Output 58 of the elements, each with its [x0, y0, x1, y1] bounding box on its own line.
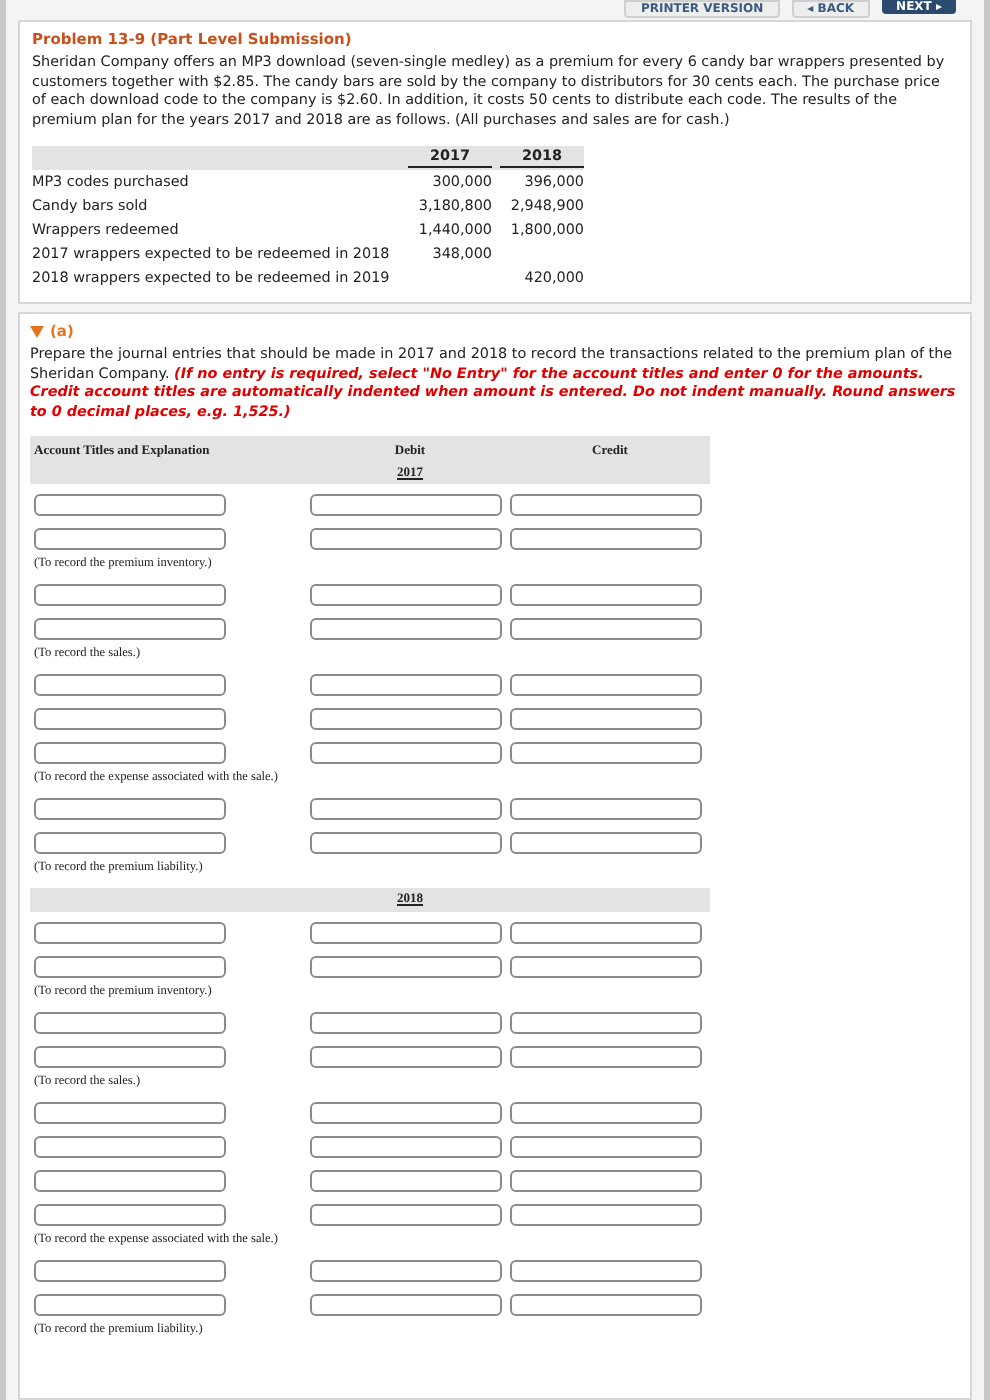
account-field[interactable]	[34, 832, 226, 854]
credit-field[interactable]	[510, 1204, 702, 1226]
debit-field[interactable]	[310, 1102, 502, 1124]
credit-field[interactable]	[510, 832, 702, 854]
credit-field[interactable]	[510, 618, 702, 640]
account-field[interactable]	[34, 1294, 226, 1316]
account-field[interactable]	[34, 1012, 226, 1034]
account-field[interactable]	[34, 1136, 226, 1158]
credit-field[interactable]	[510, 1012, 702, 1034]
credit-field[interactable]	[510, 708, 702, 730]
account-field[interactable]	[34, 1204, 226, 1226]
credit-field[interactable]	[510, 1294, 702, 1316]
debit-field[interactable]	[310, 1170, 502, 1192]
account-field[interactable]	[34, 494, 226, 516]
account-field[interactable]	[34, 922, 226, 944]
credit-field[interactable]	[510, 1260, 702, 1282]
debit-field[interactable]	[310, 528, 502, 550]
account-field[interactable]	[34, 956, 226, 978]
debit-field[interactable]	[310, 956, 502, 978]
debit-field[interactable]	[310, 832, 502, 854]
debit-field[interactable]	[310, 1012, 502, 1034]
credit-field[interactable]	[510, 494, 702, 516]
credit-field[interactable]	[510, 922, 702, 944]
debit-field[interactable]	[310, 618, 502, 640]
credit-field[interactable]	[510, 528, 702, 550]
debit-field[interactable]	[310, 742, 502, 764]
account-field[interactable]	[34, 742, 226, 764]
debit-field[interactable]	[310, 1260, 502, 1282]
credit-field[interactable]	[510, 674, 702, 696]
credit-field[interactable]	[510, 584, 702, 606]
debit-field[interactable]	[310, 1204, 502, 1226]
debit-field[interactable]	[310, 1294, 502, 1316]
account-field[interactable]	[34, 528, 226, 550]
debit-field[interactable]	[310, 1136, 502, 1158]
account-field[interactable]	[34, 1260, 226, 1282]
debit-field[interactable]	[310, 494, 502, 516]
debit-field[interactable]	[310, 674, 502, 696]
debit-field[interactable]	[310, 584, 502, 606]
credit-field[interactable]	[510, 1136, 702, 1158]
account-field[interactable]	[34, 798, 226, 820]
credit-field[interactable]	[510, 1102, 702, 1124]
debit-field[interactable]	[310, 922, 502, 944]
account-field[interactable]	[34, 618, 226, 640]
debit-field[interactable]	[310, 798, 502, 820]
debit-field[interactable]	[310, 1046, 502, 1068]
credit-field[interactable]	[510, 1170, 702, 1192]
collapse-icon[interactable]	[30, 326, 44, 338]
credit-field[interactable]	[510, 742, 702, 764]
credit-field[interactable]	[510, 956, 702, 978]
account-field[interactable]	[34, 1046, 226, 1068]
debit-field[interactable]	[310, 708, 502, 730]
account-field[interactable]	[34, 708, 226, 730]
account-field[interactable]	[34, 584, 226, 606]
credit-field[interactable]	[510, 1046, 702, 1068]
credit-field[interactable]	[510, 798, 702, 820]
account-field[interactable]	[34, 674, 226, 696]
account-field[interactable]	[34, 1102, 226, 1124]
account-field[interactable]	[34, 1170, 226, 1192]
